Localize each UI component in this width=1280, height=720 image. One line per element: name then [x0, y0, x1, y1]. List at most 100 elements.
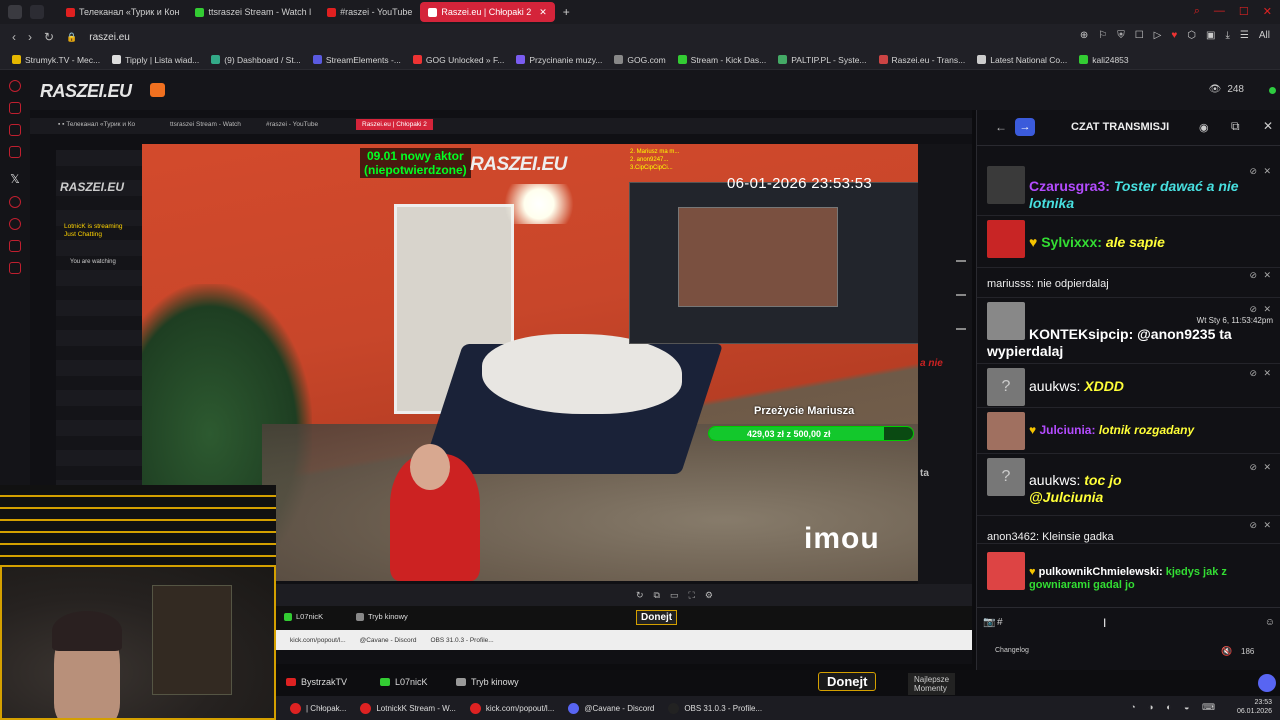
username[interactable]: KONTEKsipcip: [1029, 326, 1133, 342]
chat-input-area[interactable]: 📷 # I ☺ [977, 607, 1280, 639]
close-icon[interactable]: ✕ [1263, 462, 1271, 473]
close-icon[interactable]: ✕ [1263, 166, 1271, 177]
bookmark-item[interactable]: kali24853 [1079, 55, 1129, 65]
popout-icon[interactable]: ⧉ [1231, 119, 1240, 134]
panel-tab[interactable]: L07nicK [380, 677, 428, 687]
wallet-icon[interactable]: ▣ [1206, 30, 1215, 41]
taskbar-item[interactable]: kick.com/popout/l... [469, 702, 554, 714]
close-icon[interactable]: ✕ [1263, 119, 1273, 133]
username[interactable]: auukws: [1029, 378, 1080, 394]
app-icon [668, 702, 680, 714]
heart-icon[interactable]: ♥ [1171, 30, 1177, 41]
download-icon[interactable]: ⤓ [1225, 30, 1229, 41]
new-tab-button[interactable]: + [555, 2, 578, 22]
bookmark-item[interactable]: Strumyk.TV - Mec... [12, 55, 100, 65]
arrow-right-icon[interactable]: → [1015, 118, 1035, 136]
discord-icon[interactable]: ◉ [1199, 121, 1209, 134]
username[interactable]: auukws: [1029, 472, 1080, 488]
play-icon[interactable]: ▷ [1154, 30, 1162, 41]
reload-icon[interactable]: ↻ [44, 30, 54, 44]
site-header: RASZEI.EU 👁 248 [30, 70, 1280, 110]
maximize-icon[interactable]: ☐ [1239, 5, 1249, 18]
changelog-link[interactable]: Changelog [995, 647, 1029, 654]
blog-icon[interactable] [150, 83, 165, 97]
tab-overview-icon[interactable] [30, 5, 44, 19]
browser-tab-active[interactable]: Raszei.eu | Chłopaki 2 ✕ [420, 2, 555, 22]
zoom-icon[interactable]: ⊕ [1080, 30, 1088, 41]
shield-icon[interactable]: ⛨ [1117, 30, 1125, 41]
x-twitter-icon[interactable]: 𝕏 [0, 172, 30, 186]
sidebar-icon[interactable] [9, 240, 21, 252]
taskbar-item[interactable]: LotnickK Stream - W... [360, 702, 456, 714]
donejt-button[interactable]: Donejt [818, 672, 877, 691]
address-bar: ‹ › ↻ 🔒 raszei.eu ⊕ ⚐ ⛨ ☐ ▷ ♥ ⬡ ▣ ⤓ ☰ Al… [0, 24, 1280, 50]
bookmark-item[interactable]: GOG.com [614, 55, 666, 65]
username[interactable]: Czarusgra3: [1029, 178, 1110, 194]
sidebar-icon[interactable] [9, 196, 21, 208]
arrow-left-icon[interactable]: ← [995, 120, 1007, 134]
minimize-icon[interactable]: — [1214, 5, 1225, 18]
flag-icon[interactable]: ⊘ [1249, 520, 1257, 531]
menu-icon[interactable]: ☰ [1240, 30, 1249, 41]
mute-icon[interactable]: 🔇 [1221, 646, 1232, 657]
flag-icon[interactable]: ⊘ [1249, 166, 1257, 177]
browser-menu-icon[interactable] [8, 5, 22, 19]
extensions-icon[interactable]: ⬡ [1187, 30, 1196, 41]
close-window-icon[interactable]: ✕ [1263, 5, 1272, 18]
taskbar-item[interactable]: | Chłopak... [290, 702, 346, 714]
username[interactable]: pulkownikChmielewski: [1039, 566, 1163, 578]
taskbar-item[interactable]: OBS 31.0.3 - Profile... [668, 702, 762, 714]
close-tab-icon[interactable]: ✕ [539, 7, 547, 18]
discord-icon[interactable] [1258, 674, 1276, 692]
inner-browser-tabs: ▪ ▪ Телеканал «Турик и Ко ttsraszei Stre… [30, 118, 972, 134]
bookmark-item[interactable]: Tipply | Lista wiad... [112, 55, 199, 65]
bookmark-item[interactable]: Przycinanie muzy... [516, 55, 602, 65]
sidebar-icon[interactable] [9, 218, 21, 230]
sidebar-icon[interactable] [9, 262, 21, 274]
username[interactable]: Julciunia: [1039, 423, 1095, 437]
panel-tab[interactable]: Tryb kinowy [456, 677, 519, 687]
sidebar-icon[interactable] [9, 80, 21, 92]
forward-icon[interactable]: › [28, 30, 32, 44]
flag-icon[interactable]: ⊘ [1249, 462, 1257, 473]
bookmark-item[interactable]: Latest National Co... [977, 55, 1067, 65]
back-icon[interactable]: ‹ [12, 30, 16, 44]
panel-tab[interactable]: BystrzakTV [286, 677, 347, 687]
system-clock[interactable]: 23:53 06.01.2026 [1237, 698, 1272, 716]
bookmark-item[interactable]: StreamElements -... [312, 55, 401, 65]
hashtag-icon[interactable]: # [997, 617, 1003, 628]
username[interactable]: Sylvixxx: [1041, 234, 1102, 250]
camera-icon[interactable]: 📷 [983, 617, 995, 628]
browser-tab[interactable]: ttsraszei Stream - Watch l [187, 2, 319, 22]
close-icon[interactable]: ✕ [1263, 368, 1271, 379]
close-icon[interactable]: ✕ [1263, 270, 1271, 281]
browser-tab[interactable]: Телеканал «Турик и Кон [58, 2, 187, 22]
panel-tab-label: BystrzakTV [301, 677, 348, 687]
emoji-icon[interactable]: ☺ [1265, 617, 1275, 628]
bookmark-item[interactable]: PALTIP.PL - Syste... [778, 55, 867, 65]
flag-icon[interactable]: ⊘ [1249, 270, 1257, 281]
search-tabs-icon[interactable]: ⌕ [1194, 5, 1200, 18]
snapshot-icon[interactable]: ☐ [1135, 30, 1144, 41]
bookmark-item[interactable]: Raszei.eu - Trans... [878, 55, 965, 65]
najlepsze-momenty-button[interactable]: Najlepsze Momenty [908, 673, 956, 695]
username[interactable]: mariusss: [987, 278, 1034, 290]
taskbar-item[interactable]: @Cavane - Discord [568, 702, 654, 714]
close-icon[interactable]: ✕ [1263, 520, 1271, 531]
all-bookmarks-label[interactable]: All [1259, 30, 1270, 41]
sidebar-icon[interactable] [9, 102, 21, 114]
bookmark-item[interactable]: GOG Unlocked » F... [412, 55, 504, 65]
close-icon[interactable]: ✕ [1263, 304, 1271, 315]
sidebar-icon[interactable] [9, 124, 21, 136]
username[interactable]: anon3462: [987, 531, 1039, 543]
bookmark-item[interactable]: (9) Dashboard / St... [211, 55, 301, 65]
browser-tab[interactable]: #raszei - YouTube [319, 2, 420, 22]
bookmark-icon[interactable]: ⚐ [1098, 30, 1107, 41]
flag-icon[interactable]: ⊘ [1249, 368, 1257, 379]
inner-watching-text: You are watching [70, 259, 116, 265]
flag-icon[interactable]: ⊘ [1249, 304, 1257, 315]
url-field[interactable]: raszei.eu [89, 32, 130, 43]
bookmark-item[interactable]: Stream - Kick Das... [677, 55, 766, 65]
site-logo[interactable]: RASZEI.EU [40, 81, 132, 102]
sidebar-icon[interactable] [9, 146, 21, 158]
